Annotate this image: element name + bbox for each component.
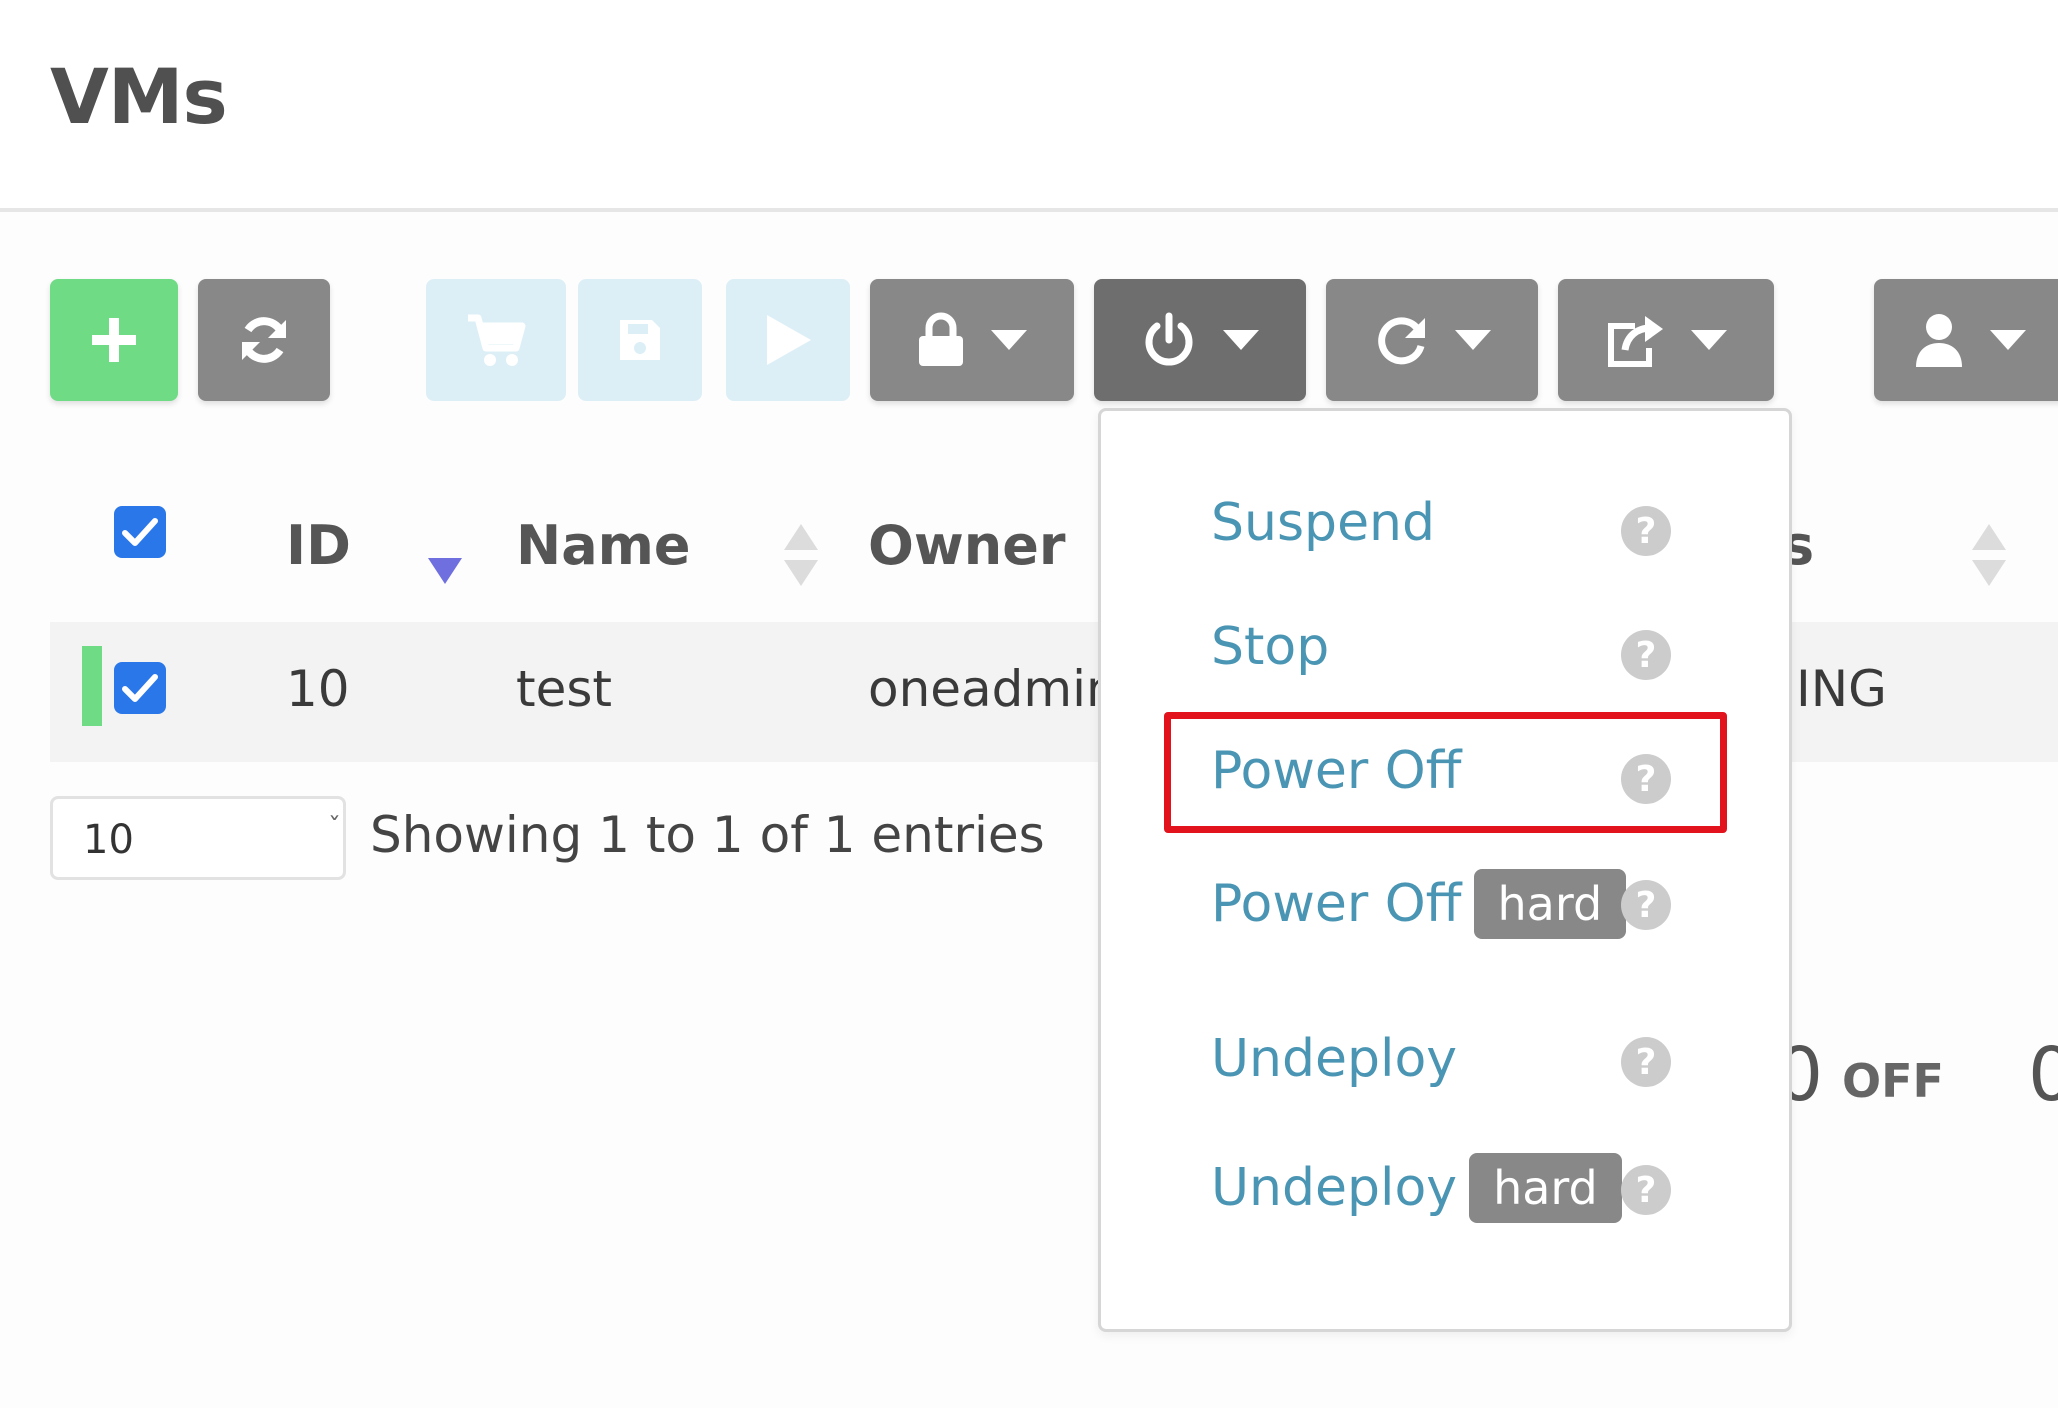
cell-id: 10: [286, 660, 350, 718]
create-button[interactable]: [50, 279, 178, 401]
menu-item-undeploy[interactable]: Undeploy: [1211, 1029, 1457, 1089]
power-icon: [1145, 312, 1193, 366]
share-icon: [1608, 316, 1663, 367]
help-icon[interactable]: ?: [1621, 1037, 1671, 1087]
caret-down-icon: [1223, 330, 1259, 350]
page-title: VMs: [50, 52, 228, 141]
refresh-icon: [242, 317, 286, 363]
menu-item-label: Power Off: [1211, 874, 1462, 934]
menu-item-label: Suspend: [1211, 493, 1436, 553]
power-dropdown-button[interactable]: [1094, 279, 1306, 401]
sort-desc-icon[interactable]: [428, 558, 462, 584]
select-all-checkbox[interactable]: [114, 506, 166, 558]
sort-both-icon[interactable]: [784, 524, 818, 586]
sort-both-icon[interactable]: [1972, 524, 2006, 586]
power-dropdown-menu: Suspend ? Stop ? Power Off ? Power Off h…: [1098, 408, 1792, 1332]
page-length-select[interactable]: 10 ˇ: [50, 796, 346, 880]
menu-item-suspend[interactable]: Suspend: [1211, 493, 1435, 553]
lock-dropdown-button[interactable]: [870, 279, 1074, 401]
reboot-dropdown-button[interactable]: [1326, 279, 1538, 401]
reboot-icon: [1378, 317, 1425, 365]
play-icon: [767, 315, 811, 365]
plus-icon: [92, 318, 136, 362]
help-icon[interactable]: ?: [1621, 630, 1671, 680]
migrate-dropdown-button[interactable]: [1558, 279, 1774, 401]
cell-owner: oneadmin: [868, 660, 1118, 718]
cell-status: ING: [1796, 660, 1887, 718]
highlight-box: [1164, 712, 1727, 833]
next-count: 0: [2028, 1032, 2058, 1118]
status-indicator: [82, 646, 102, 726]
marketplace-button[interactable]: [426, 279, 566, 401]
row-checkbox[interactable]: [114, 662, 166, 714]
menu-item-label: Undeploy: [1211, 1158, 1458, 1218]
select-caret-icon: ˇ: [328, 813, 341, 843]
cart-icon: [468, 314, 526, 366]
check-icon: [122, 674, 158, 702]
caret-down-icon: [1691, 330, 1727, 350]
owner-dropdown-button[interactable]: [1874, 279, 2058, 401]
page-length-value: 10: [83, 817, 134, 863]
user-icon: [1916, 314, 1962, 367]
entries-info: Showing 1 to 1 of 1 entries: [370, 806, 1045, 864]
menu-item-label: Stop: [1211, 617, 1330, 677]
refresh-button[interactable]: [198, 279, 330, 401]
help-icon[interactable]: ?: [1621, 506, 1671, 556]
column-header-name[interactable]: Name: [516, 514, 691, 577]
save-as-template-button[interactable]: [578, 279, 702, 401]
menu-item-undeploy-hard[interactable]: Undeploy hard: [1211, 1153, 1622, 1223]
caret-down-icon: [991, 330, 1027, 350]
hard-badge: hard: [1469, 1153, 1622, 1223]
cell-name[interactable]: test: [516, 660, 612, 718]
lock-icon: [919, 312, 963, 366]
off-label: OFF: [1842, 1054, 1944, 1108]
check-icon: [122, 518, 158, 546]
caret-down-icon: [1990, 330, 2026, 350]
help-icon[interactable]: ?: [1621, 880, 1671, 930]
menu-item-stop[interactable]: Stop: [1211, 617, 1329, 677]
column-header-id[interactable]: ID: [286, 514, 351, 577]
column-header-owner[interactable]: Owner: [868, 514, 1066, 577]
caret-down-icon: [1455, 330, 1491, 350]
menu-item-label: Undeploy: [1211, 1029, 1458, 1089]
help-icon[interactable]: ?: [1621, 1165, 1671, 1215]
save-icon: [620, 320, 660, 360]
menu-item-power-off-hard[interactable]: Power Off hard: [1211, 869, 1627, 939]
deploy-button[interactable]: [726, 279, 850, 401]
hard-badge: hard: [1473, 869, 1627, 939]
